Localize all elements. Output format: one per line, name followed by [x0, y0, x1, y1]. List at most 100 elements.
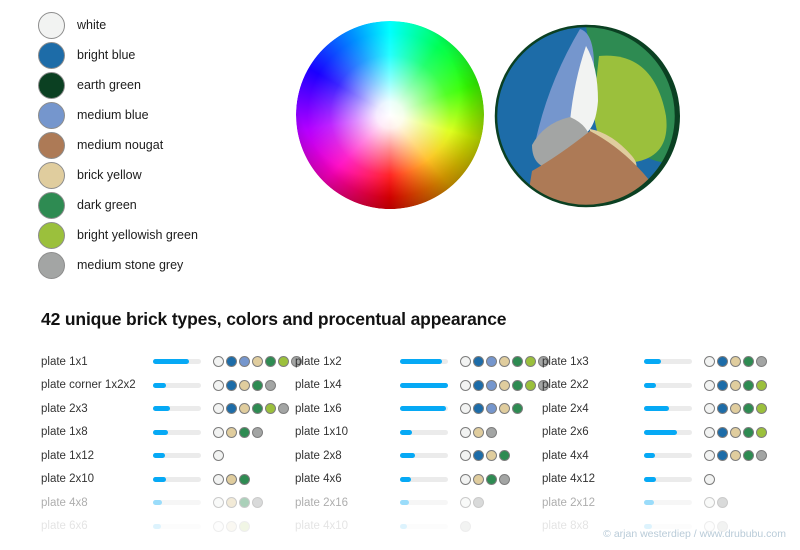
color-dot[interactable] [460, 450, 471, 462]
color-dot[interactable] [756, 450, 767, 462]
color-dot[interactable] [704, 450, 715, 462]
table-row[interactable]: plate 2x12 [542, 491, 771, 515]
color-dot[interactable] [499, 379, 510, 391]
color-dot[interactable] [278, 356, 289, 368]
color-dot[interactable] [704, 403, 715, 415]
color-dot[interactable] [743, 379, 754, 391]
color-dot[interactable] [743, 426, 754, 438]
table-row[interactable]: plate 1x12 [41, 444, 295, 468]
color-dot[interactable] [512, 403, 523, 415]
color-dot[interactable] [512, 356, 523, 368]
table-row[interactable]: plate 2x16 [295, 491, 542, 515]
color-dot[interactable] [499, 356, 510, 368]
color-dot[interactable] [239, 356, 250, 368]
color-dot[interactable] [226, 379, 237, 391]
color-dot[interactable] [486, 403, 497, 415]
color-dot[interactable] [512, 379, 523, 391]
color-dot[interactable] [730, 356, 741, 368]
color-dot[interactable] [226, 520, 237, 532]
table-row[interactable]: plate 1x1 [41, 350, 302, 374]
table-row[interactable]: plate 1x6 [295, 397, 542, 421]
color-dot[interactable] [704, 379, 715, 391]
color-dot[interactable] [473, 379, 484, 391]
color-dot[interactable] [743, 450, 754, 462]
color-dot[interactable] [704, 473, 715, 485]
color-dot[interactable] [704, 426, 715, 438]
table-row[interactable]: plate 2x10 [41, 468, 295, 492]
color-dot[interactable] [226, 426, 237, 438]
color-dot[interactable] [743, 356, 754, 368]
color-dot[interactable] [499, 450, 510, 462]
color-dot[interactable] [213, 450, 224, 462]
color-dot[interactable] [252, 426, 263, 438]
color-dot[interactable] [226, 497, 237, 509]
table-row[interactable]: plate 1x3 [542, 350, 771, 374]
color-dot[interactable] [252, 497, 263, 509]
table-row[interactable]: plate 2x2 [542, 374, 771, 398]
color-dot[interactable] [213, 426, 224, 438]
color-dot[interactable] [460, 520, 471, 532]
table-row[interactable]: plate 1x10 [295, 421, 542, 445]
color-dot[interactable] [473, 450, 484, 462]
color-dot[interactable] [486, 426, 497, 438]
color-dot[interactable] [473, 403, 484, 415]
table-row[interactable]: plate 1x8 [41, 421, 295, 445]
table-row[interactable]: plate 2x8 [295, 444, 542, 468]
color-dot[interactable] [756, 403, 767, 415]
table-row[interactable]: plate 6x6 [41, 515, 295, 539]
color-dot[interactable] [226, 473, 237, 485]
color-dot[interactable] [717, 497, 728, 509]
table-row[interactable]: plate 4x6 [295, 468, 542, 492]
color-dot[interactable] [473, 497, 484, 509]
color-dot[interactable] [756, 356, 767, 368]
color-dot[interactable] [226, 403, 237, 415]
table-row[interactable]: plate 4x12 [542, 468, 771, 492]
color-dot[interactable] [717, 450, 728, 462]
color-dot[interactable] [213, 356, 224, 368]
color-dot[interactable] [239, 473, 250, 485]
color-dot[interactable] [499, 473, 510, 485]
color-dot[interactable] [278, 403, 289, 415]
color-dot[interactable] [213, 520, 224, 532]
table-row[interactable]: plate 2x4 [542, 397, 771, 421]
color-dot[interactable] [486, 450, 497, 462]
color-dot[interactable] [239, 379, 250, 391]
color-dot[interactable] [756, 379, 767, 391]
table-row[interactable]: plate 2x3 [41, 397, 295, 421]
color-dot[interactable] [265, 403, 276, 415]
color-dot[interactable] [252, 403, 263, 415]
color-dot[interactable] [486, 379, 497, 391]
color-dot[interactable] [460, 497, 471, 509]
color-dot[interactable] [704, 356, 715, 368]
color-dot[interactable] [252, 356, 263, 368]
color-dot[interactable] [213, 403, 224, 415]
color-dot[interactable] [226, 356, 237, 368]
color-dot[interactable] [717, 379, 728, 391]
color-dot[interactable] [265, 379, 276, 391]
color-dot[interactable] [213, 379, 224, 391]
table-row[interactable]: plate 1x4 [295, 374, 549, 398]
color-dot[interactable] [730, 379, 741, 391]
table-row[interactable]: plate 1x2 [295, 350, 549, 374]
color-dot[interactable] [213, 497, 224, 509]
color-dot[interactable] [460, 426, 471, 438]
color-dot[interactable] [525, 356, 536, 368]
color-dot[interactable] [239, 497, 250, 509]
color-dot[interactable] [743, 403, 754, 415]
table-row[interactable]: plate 4x4 [542, 444, 771, 468]
table-row[interactable]: plate 4x10 [295, 515, 542, 539]
color-dot[interactable] [460, 379, 471, 391]
table-row[interactable]: plate corner 1x2x2 [41, 374, 295, 398]
color-dot[interactable] [717, 426, 728, 438]
color-dot[interactable] [473, 426, 484, 438]
color-dot[interactable] [213, 473, 224, 485]
color-dot[interactable] [717, 356, 728, 368]
color-dot[interactable] [460, 473, 471, 485]
color-dot[interactable] [499, 403, 510, 415]
color-dot[interactable] [252, 379, 263, 391]
color-dot[interactable] [265, 356, 276, 368]
color-dot[interactable] [473, 473, 484, 485]
color-dot[interactable] [730, 426, 741, 438]
color-dot[interactable] [704, 497, 715, 509]
color-dot[interactable] [756, 426, 767, 438]
